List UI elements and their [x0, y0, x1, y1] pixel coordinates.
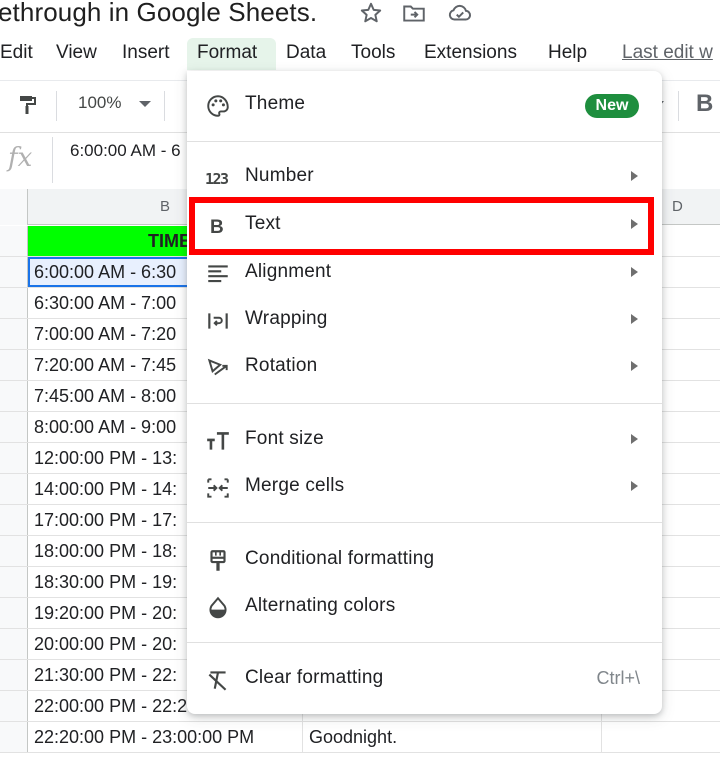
toolbar-divider: [678, 91, 679, 121]
menu-data[interactable]: Data: [276, 38, 336, 70]
submenu-arrow-icon: [631, 314, 638, 324]
cell-activity[interactable]: Goodnight.: [303, 722, 602, 752]
menu-item-merge-cells[interactable]: Merge cells: [187, 465, 662, 509]
menu-item-label: Wrapping: [245, 308, 328, 329]
menu-format[interactable]: Format: [187, 38, 276, 70]
menu-item-label: Font size: [245, 428, 324, 449]
row-header[interactable]: [0, 257, 28, 287]
row-header[interactable]: [0, 474, 28, 504]
row-header[interactable]: [0, 722, 28, 752]
number-123-icon: 123: [205, 165, 231, 191]
fx-icon: fx: [8, 143, 33, 173]
row-header[interactable]: [0, 412, 28, 442]
menu-tools[interactable]: Tools: [341, 38, 405, 70]
menu-item-rotation[interactable]: Rotation: [187, 345, 662, 389]
paint-roller-icon: [205, 548, 231, 574]
menu-item-label: Alternating colors: [245, 595, 396, 616]
menu-divider: [187, 522, 662, 523]
new-badge: New: [585, 94, 639, 118]
row-header[interactable]: [0, 691, 28, 721]
row-header[interactable]: [0, 226, 28, 256]
submenu-arrow-icon: [631, 267, 638, 277]
row-header[interactable]: [0, 629, 28, 659]
move-to-folder-icon[interactable]: [401, 0, 427, 26]
menu-item-clear-formatting[interactable]: Clear formatting Ctrl+\: [187, 657, 662, 701]
select-all-corner[interactable]: [0, 189, 28, 225]
cell-time[interactable]: 22:20:00 PM - 23:00:00 PM: [28, 722, 303, 752]
cloud-saved-icon[interactable]: [447, 0, 473, 26]
row-header[interactable]: [0, 350, 28, 380]
zoom-dropdown-caret-icon[interactable]: [139, 101, 151, 107]
menu-insert[interactable]: Insert: [112, 38, 180, 70]
column-header-d[interactable]: D: [672, 198, 683, 215]
menu-item-label: Merge cells: [245, 475, 345, 496]
menu-item-font-size[interactable]: Font size: [187, 418, 662, 462]
row-header[interactable]: [0, 660, 28, 690]
menu-item-label: Conditional formatting: [245, 548, 435, 569]
menu-item-alignment[interactable]: Alignment: [187, 251, 662, 295]
menu-item-label: Clear formatting: [245, 667, 384, 688]
star-icon[interactable]: [358, 0, 384, 26]
clear-format-icon: [205, 667, 231, 693]
row-header[interactable]: [0, 598, 28, 628]
toolbar-divider: [56, 91, 57, 121]
menu-divider: [187, 642, 662, 643]
highlight-annotation-box: [189, 197, 654, 255]
color-drop-icon: [205, 595, 231, 621]
menu-item-label: Theme: [245, 93, 306, 114]
toolbar-divider: [164, 91, 165, 121]
menu-item-alternating-colors[interactable]: Alternating colors: [187, 585, 662, 629]
submenu-arrow-icon: [631, 481, 638, 491]
menu-item-number[interactable]: 123 Number: [187, 155, 662, 199]
menu-divider: [187, 403, 662, 404]
row-header[interactable]: [0, 288, 28, 318]
menu-extensions[interactable]: Extensions: [414, 38, 527, 70]
menu-help[interactable]: Help: [538, 38, 597, 70]
row-header[interactable]: [0, 381, 28, 411]
menu-divider: [187, 141, 662, 142]
table-row: 22:20:00 PM - 23:00:00 PM Goodnight.: [0, 722, 720, 753]
text-rotation-icon: [205, 355, 231, 381]
row-header[interactable]: [0, 567, 28, 597]
menu-view[interactable]: View: [46, 38, 107, 70]
format-menu: Theme New 123 Number B Text Alignment Wr…: [187, 71, 662, 714]
align-left-icon: [205, 261, 231, 287]
menu-bar: Edit View Insert Format Data Tools Exten…: [0, 34, 720, 72]
last-edit-link[interactable]: Last edit w: [622, 38, 713, 70]
menu-item-conditional-formatting[interactable]: Conditional formatting: [187, 538, 662, 582]
row-header[interactable]: [0, 536, 28, 566]
menu-item-label: Rotation: [245, 355, 318, 376]
row-header[interactable]: [0, 505, 28, 535]
document-title[interactable]: ethrough in Google Sheets.: [0, 0, 317, 28]
palette-icon: [205, 93, 231, 119]
formula-input[interactable]: 6:00:00 AM - 6: [70, 141, 181, 161]
column-header-b[interactable]: B: [160, 198, 170, 215]
submenu-arrow-icon: [631, 171, 638, 181]
zoom-select[interactable]: 100%: [78, 93, 121, 113]
paint-format-icon[interactable]: [16, 93, 40, 117]
row-header[interactable]: [0, 443, 28, 473]
row-header[interactable]: [0, 319, 28, 349]
submenu-arrow-icon: [631, 434, 638, 444]
menu-item-label: Number: [245, 165, 314, 186]
text-wrap-icon: [205, 308, 231, 334]
svg-text:123: 123: [205, 170, 229, 188]
bold-button[interactable]: B: [696, 90, 713, 118]
menu-item-wrapping[interactable]: Wrapping: [187, 298, 662, 342]
menu-edit[interactable]: Edit: [0, 38, 43, 70]
font-size-icon: [205, 428, 231, 454]
menu-item-theme[interactable]: Theme New: [187, 83, 662, 127]
title-bar: ethrough in Google Sheets.: [0, 0, 720, 34]
formula-divider: [52, 137, 53, 183]
merge-cells-icon: [205, 475, 231, 501]
submenu-arrow-icon: [631, 361, 638, 371]
keyboard-shortcut: Ctrl+\: [596, 668, 640, 688]
menu-item-label: Alignment: [245, 261, 332, 282]
